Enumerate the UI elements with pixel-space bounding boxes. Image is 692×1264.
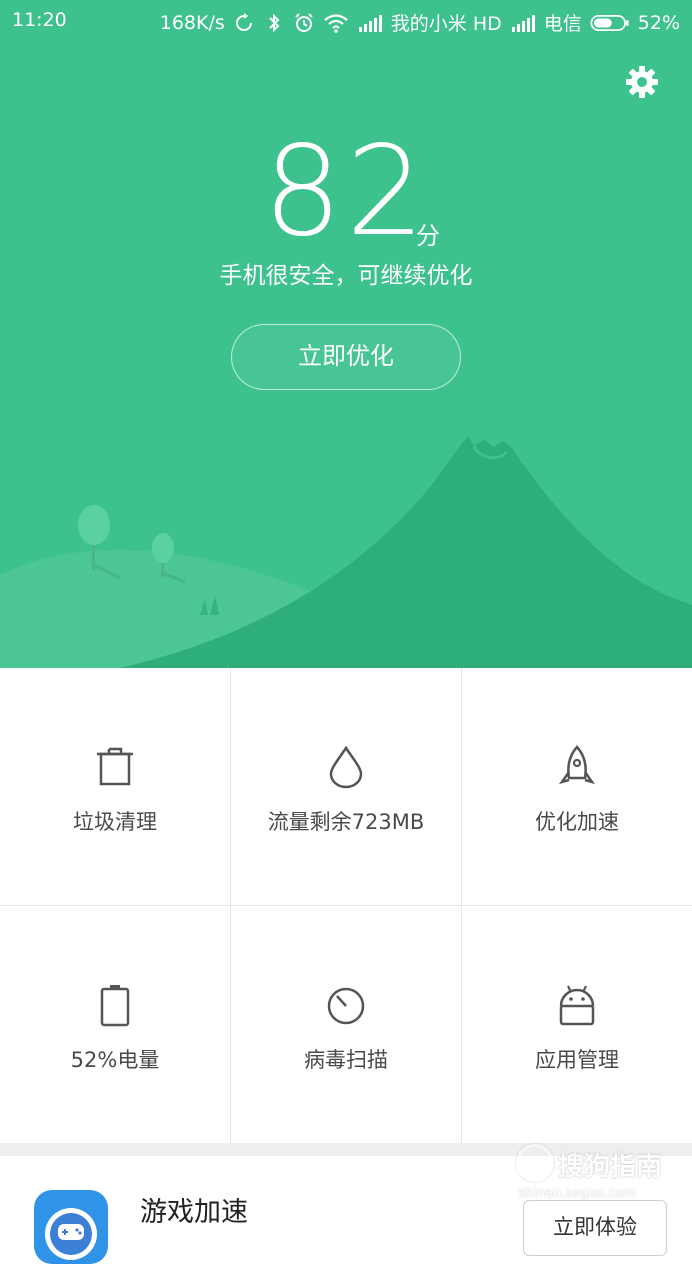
optimize-now-button[interactable]: 立即优化 [231,324,461,390]
android-icon [559,985,595,1026]
signal-icon [511,14,535,32]
network-speed: 168K/s [159,11,225,34]
score-description: 手机很安全，可继续优化 [219,263,473,289]
tool-junk-clean[interactable]: 垃圾清理 [0,668,230,905]
tool-label: 52%电量 [70,1048,160,1072]
tool-label: 流量剩余723MB [267,810,425,834]
sync-icon [235,12,252,31]
tool-label: 应用管理 [535,1048,619,1072]
watermark-sub: zhinan.sogou.com [518,1186,637,1201]
tool-label: 病毒扫描 [304,1048,388,1072]
gamepad-icon [34,1190,108,1264]
security-score: 82 分 [0,130,692,254]
game-boost-title: 游戏加速 [140,1197,248,1228]
score-unit: 分 [416,222,440,250]
tool-label: 垃圾清理 [73,810,157,834]
status-bar: 11:20 168K/s 我的小米 HD 电信 52% [0,0,692,40]
score-value: 82 [263,120,429,264]
tool-app-manager[interactable]: 应用管理 [462,906,692,1143]
carrier-1: 我的小米 HD [390,13,502,35]
status-right: 168K/s 我的小米 HD 电信 52% [160,9,680,36]
bluetooth-icon [269,13,280,32]
scan-icon [327,987,365,1025]
battery-status-icon [590,14,629,31]
tool-virus-scan[interactable]: 病毒扫描 [231,906,461,1143]
sogou-logo-icon [516,1144,554,1182]
tool-label: 优化加速 [535,810,619,834]
alarm-icon [295,12,313,32]
grid-divider [0,905,692,906]
watermark-main: 搜狗指南 [558,1152,663,1182]
wifi-icon [324,13,348,33]
rocket-icon [558,745,596,785]
tool-speed-boost[interactable]: 优化加速 [462,668,692,905]
status-time: 11:20 [12,9,67,31]
signal-icon [358,14,382,32]
tool-data-usage[interactable]: 流量剩余723MB [231,668,461,905]
tool-battery[interactable]: 52%电量 [0,906,230,1143]
carrier-2: 电信 [543,13,582,35]
watermark: 搜狗指南 zhinan.sogou.com [512,1142,682,1212]
trash-icon [97,747,133,786]
droplet-icon [329,745,363,789]
settings-gear-icon[interactable] [624,64,660,100]
battery-percent: 52% [637,11,680,34]
battery-icon [100,985,130,1027]
